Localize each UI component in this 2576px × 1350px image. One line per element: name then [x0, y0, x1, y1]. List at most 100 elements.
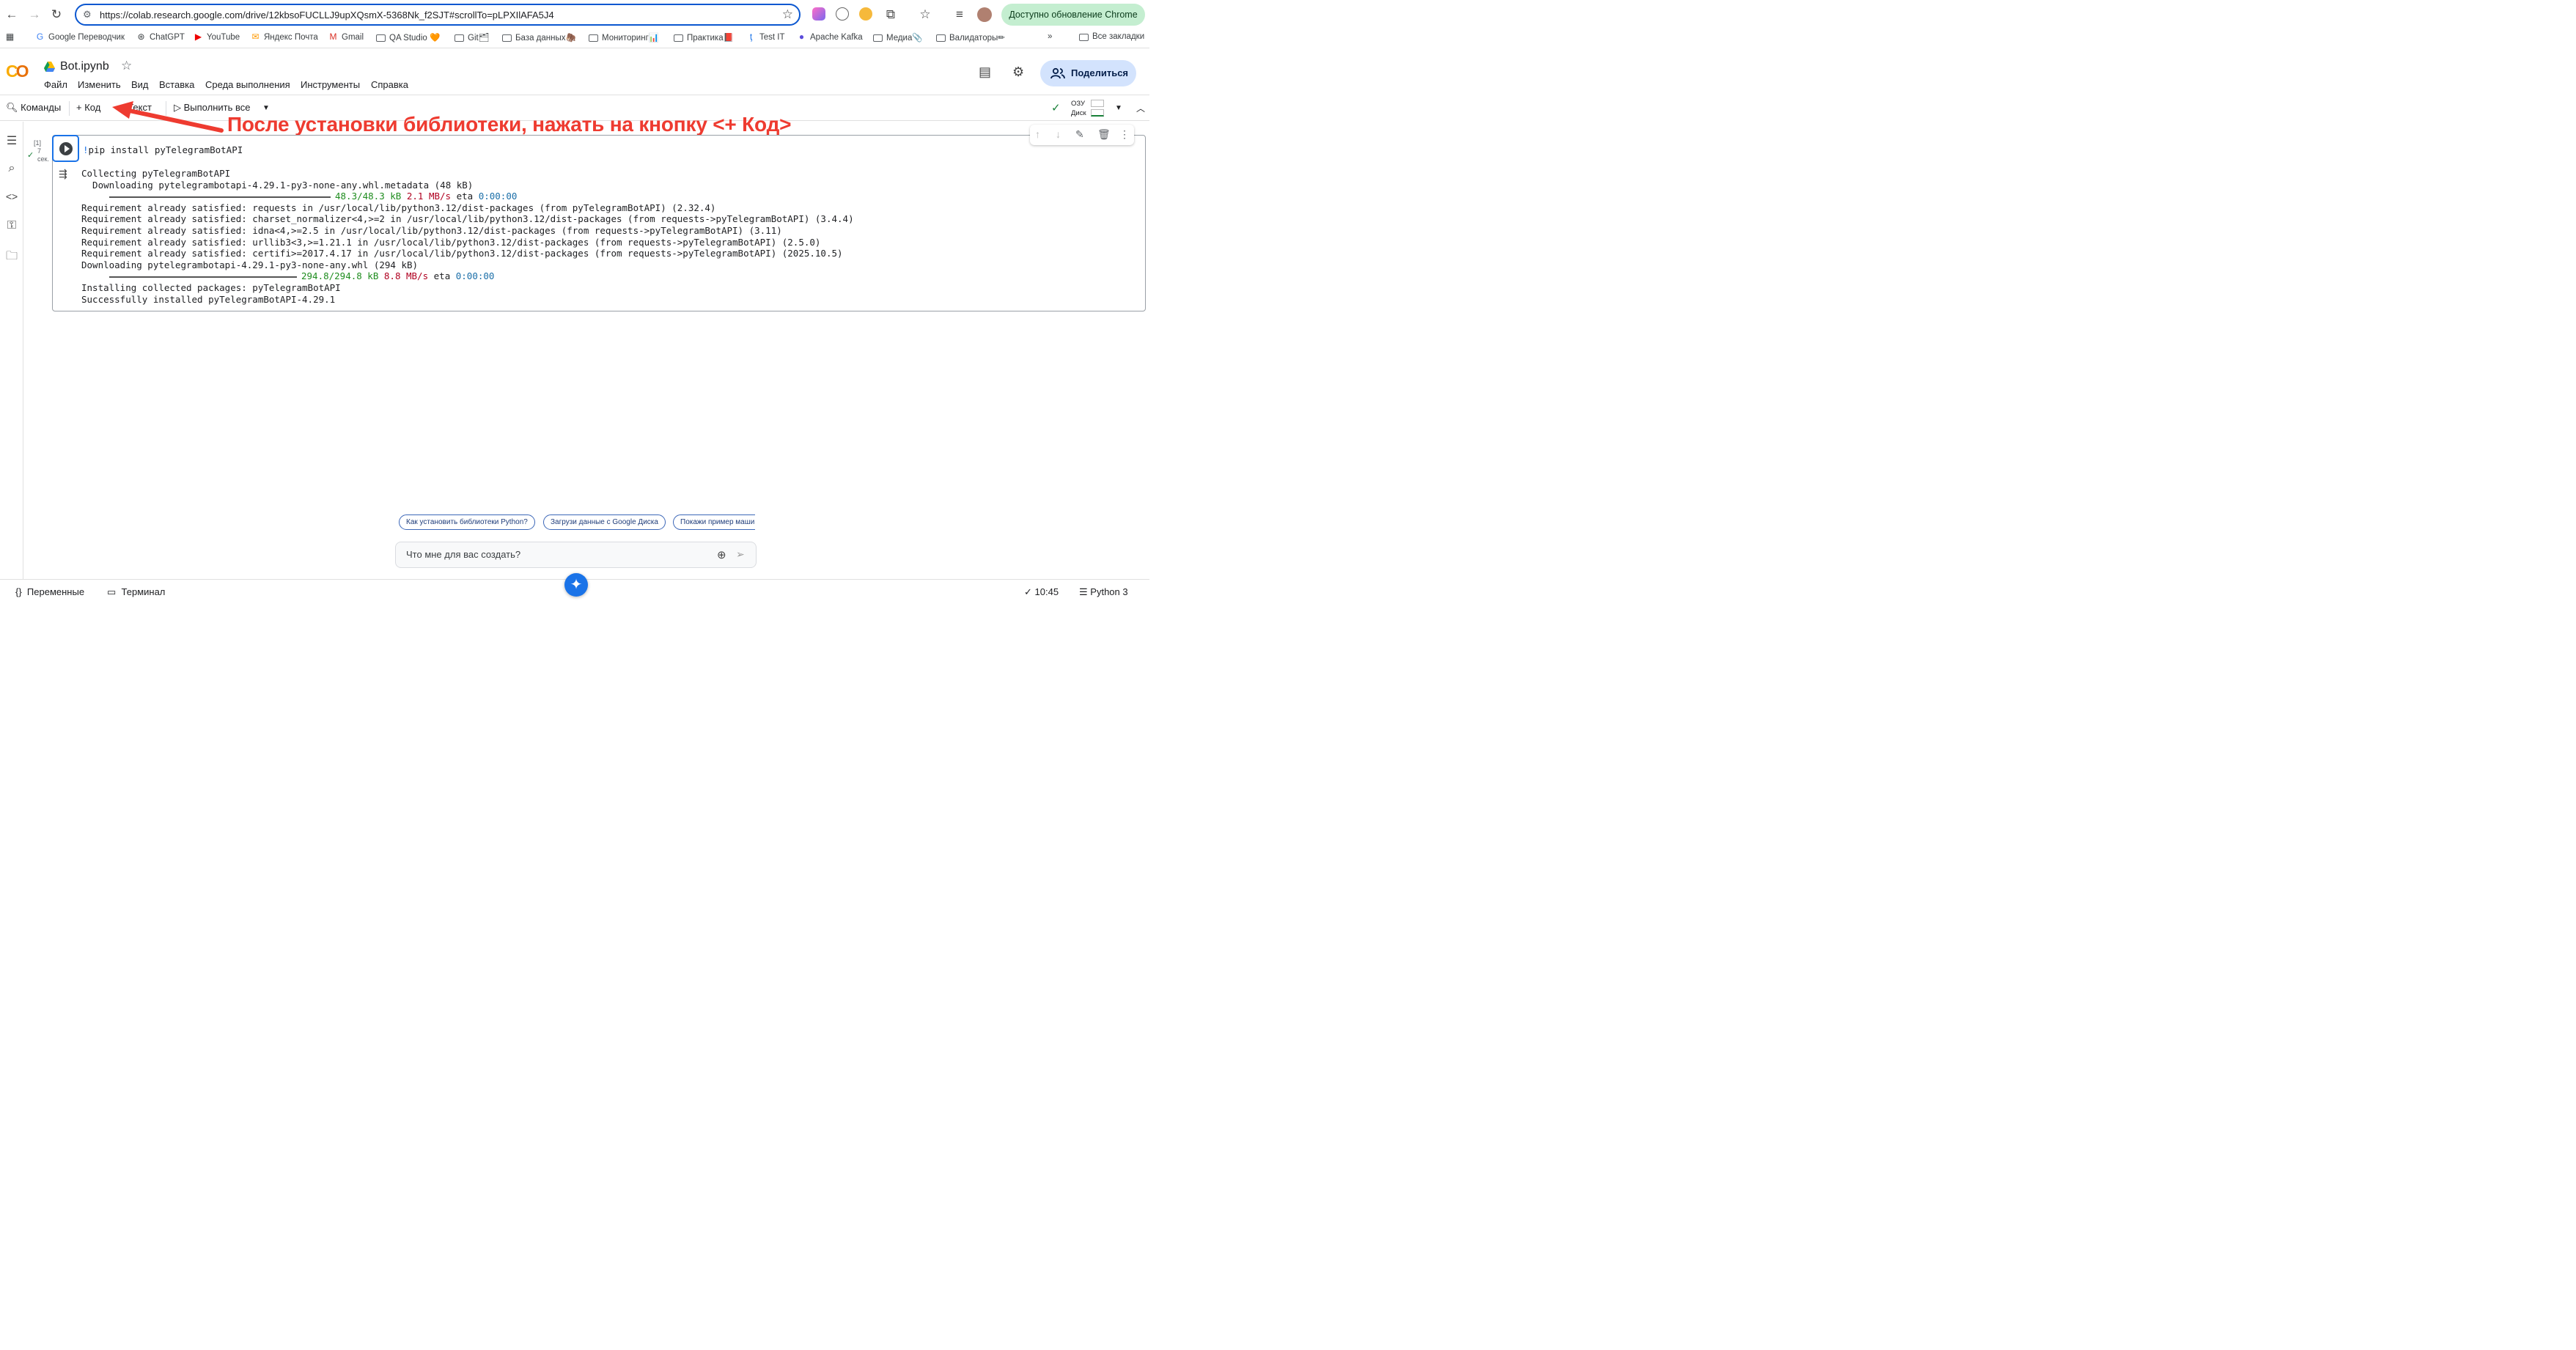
delete-trash-icon[interactable]: 🗑︎ — [1097, 128, 1111, 141]
ram-meter — [1091, 100, 1104, 107]
extension-icon[interactable] — [812, 7, 825, 21]
add-code-button[interactable]: + Код — [76, 102, 100, 113]
bookmark-star-icon[interactable]: ☆ — [782, 7, 793, 22]
exec-count: [1] — [34, 139, 42, 147]
share-button[interactable]: Поделиться — [1040, 60, 1136, 86]
cell-code[interactable]: !pip install pyTelegramBotAPI — [83, 144, 243, 155]
bookmark-folder-media[interactable]: Медиа📎 — [873, 32, 923, 43]
google-drive-icon — [44, 62, 55, 72]
menu-file[interactable]: Файл — [44, 79, 67, 90]
kernel-indicator[interactable]: ☰ Python 3 — [1079, 586, 1128, 598]
check-icon: ✓ — [1024, 586, 1032, 597]
star-notebook-icon[interactable]: ☆ — [121, 59, 132, 73]
address-bar[interactable]: ⚙ https://colab.research.google.com/driv… — [75, 4, 801, 26]
find-replace-icon[interactable]: ⌕ — [4, 162, 19, 177]
url-text: https://colab.research.google.com/drive/… — [100, 10, 554, 21]
commands-button[interactable]: 🔍︎ Команды — [6, 102, 61, 114]
bookmark-youtube[interactable]: ▶ YouTube — [194, 32, 240, 42]
back-icon[interactable]: ← — [4, 7, 20, 23]
browser-toolbar: ← → ↻ ⚙ https://colab.research.google.co… — [0, 0, 1149, 29]
menu-tools[interactable]: Инструменты — [301, 79, 360, 90]
site-info-icon[interactable]: ⚙ — [83, 9, 92, 21]
all-bookmarks-folder[interactable]: Все закладки — [1079, 32, 1144, 41]
folder-icon — [674, 34, 683, 42]
bookmark-gmail[interactable]: M Gmail — [328, 32, 364, 42]
suggestion-chip[interactable]: Как установить библиотеки Python? — [399, 514, 535, 530]
chrome-update-button[interactable]: Доступно обновление Chrome — [1001, 4, 1145, 26]
bookmark-folder-validators[interactable]: Валидаторы✏ — [936, 32, 1005, 43]
exec-time-value: 7 — [37, 147, 42, 155]
disk-meter — [1091, 109, 1104, 117]
more-vert-icon[interactable]: ⋮ — [1119, 128, 1130, 141]
variables-button[interactable]: {} Переменные — [15, 586, 84, 597]
bookmark-folder-git[interactable]: Git🗂 — [455, 32, 489, 43]
bookmark-yandex-mail[interactable]: ✉ Яндекс Почта — [251, 32, 317, 42]
bookmark-folder-qa-studio[interactable]: QA Studio 🧡 — [376, 32, 440, 43]
progress-bar — [109, 196, 331, 198]
last-run-time[interactable]: ✓ 10:45 — [1024, 586, 1059, 598]
profile-avatar[interactable] — [977, 7, 992, 22]
ai-edit-icon[interactable]: ✎ — [1075, 128, 1084, 141]
comments-icon[interactable]: ▤ — [979, 64, 991, 80]
suggestion-chip[interactable]: Загрузи данные с Google Диска — [543, 514, 666, 530]
menu-view[interactable]: Вид — [131, 79, 149, 90]
search-icon: 🔍︎ — [6, 102, 18, 113]
menu-help[interactable]: Справка — [371, 79, 408, 90]
settings-gear-icon[interactable]: ⚙ — [1012, 64, 1024, 80]
secrets-key-icon[interactable]: ⚿ — [4, 219, 19, 234]
folder-icon — [589, 34, 598, 42]
forward-icon[interactable]: → — [26, 7, 43, 23]
runtime-dropdown-icon[interactable]: ▼ — [1115, 104, 1122, 112]
add-circle-icon[interactable]: ⊕ — [717, 548, 726, 561]
run-all-dropdown-icon[interactable]: ▼ — [262, 104, 270, 112]
reading-list-icon[interactable]: ☆ — [917, 7, 933, 23]
side-rail: ☰ ⌕ <> ⚿ 🗀 — [0, 122, 23, 579]
terminal-button[interactable]: ▭ Терминал — [107, 586, 165, 598]
bookmark-folder-practice[interactable]: Практика📕 — [674, 32, 734, 43]
gemini-prompt-box[interactable]: ⊕ ➢ — [395, 542, 757, 568]
progress-line: 294.8/294.8 kB 8.8 MB/s eta 0:00:00 — [81, 270, 854, 282]
code-snippets-icon[interactable]: <> — [4, 191, 19, 205]
move-up-icon[interactable]: ↑ — [1035, 128, 1040, 140]
files-folder-icon[interactable]: 🗀 — [4, 248, 19, 262]
collapse-chevron-icon[interactable]: ︿ — [1136, 102, 1145, 114]
gemini-sparkle-icon[interactable]: ✦ — [564, 573, 588, 597]
output-actions-icon[interactable]: ⇶ — [59, 168, 67, 180]
table-of-contents-icon[interactable]: ☰ — [4, 133, 19, 148]
cell-output: Collecting pyTelegramBotAPI Downloading … — [81, 168, 854, 305]
bookmark-google-translate[interactable]: G Google Переводчик — [35, 32, 125, 42]
bookmark-test-it[interactable]: ţ Test IT — [746, 32, 785, 42]
notebook-title[interactable]: Bot.ipynb — [60, 60, 109, 73]
apps-grid-icon[interactable]: ▦ — [5, 32, 15, 42]
menu-runtime[interactable]: Среда выполнения — [205, 79, 290, 90]
disk-label: Диск — [1071, 109, 1086, 117]
media-control-icon[interactable]: ≡ — [952, 7, 968, 23]
progress-bar — [109, 276, 297, 278]
send-icon[interactable]: ➢ — [736, 548, 745, 561]
menu-edit[interactable]: Изменить — [78, 79, 121, 90]
bookmarks-overflow-button[interactable]: » — [1048, 32, 1052, 41]
suggestion-chip[interactable]: Покажи пример маши — [673, 514, 755, 530]
kernel-stack-icon: ☰ — [1079, 586, 1088, 597]
play-icon — [65, 145, 70, 152]
colab-logo[interactable]: CO — [6, 62, 29, 81]
prompt-input[interactable] — [406, 549, 714, 560]
terminal-icon: ▭ — [107, 586, 117, 597]
extensions-puzzle-icon[interactable]: ⧉ — [883, 7, 899, 23]
success-check-icon: ✓ — [27, 151, 34, 160]
folder-icon — [455, 34, 464, 42]
move-down-icon[interactable]: ↓ — [1056, 128, 1061, 140]
folder-icon — [502, 34, 512, 42]
cell-exec-info: [1] ✓ 7 сек. — [27, 139, 49, 163]
ram-label: ОЗУ — [1071, 100, 1086, 108]
bookmark-chatgpt[interactable]: ⊛ ChatGPT — [136, 32, 184, 42]
bookmark-folder-monitoring[interactable]: Мониторинг📊 — [589, 32, 659, 43]
reload-icon[interactable]: ↻ — [48, 7, 65, 23]
extension-icon[interactable] — [836, 7, 849, 21]
menu-insert[interactable]: Вставка — [159, 79, 194, 90]
extension-icon[interactable] — [859, 7, 872, 21]
bookmark-apache-kafka[interactable]: ● Apache Kafka — [797, 32, 863, 42]
bookmark-folder-database[interactable]: База данных🦣 — [502, 32, 576, 43]
resources-indicator[interactable]: ОЗУ Диск — [1071, 99, 1086, 118]
run-cell-button[interactable] — [52, 135, 79, 162]
